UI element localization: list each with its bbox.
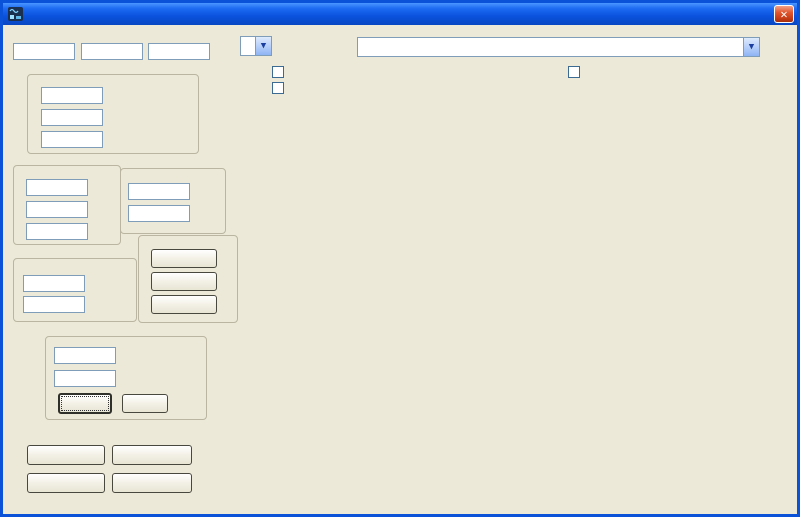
command-checkbox[interactable] [272, 66, 284, 78]
output-checkbox[interactable] [568, 66, 580, 78]
enable-button[interactable] [151, 295, 217, 314]
titlebar[interactable]: ✕ [3, 3, 797, 25]
max-integrator-input[interactable] [41, 109, 103, 126]
disable-button[interactable] [151, 249, 217, 268]
time-input[interactable] [54, 347, 116, 364]
motion-a-input[interactable] [26, 201, 88, 218]
save-data-button[interactable] [112, 445, 192, 465]
step-button[interactable] [122, 394, 168, 413]
max-error-input[interactable] [41, 131, 103, 148]
channel-select[interactable]: ▼ [240, 36, 272, 56]
step-response-window: ✕ ▼ ▼ [0, 0, 800, 517]
position-checkbox[interactable] [272, 82, 284, 94]
chevron-down-icon[interactable]: ▼ [255, 37, 271, 55]
plot-select[interactable]: ▼ [357, 37, 760, 57]
client-area: ▼ ▼ [3, 25, 797, 514]
max-limits-group [27, 74, 199, 154]
servo-group [138, 235, 238, 323]
feed-forward-group [120, 168, 226, 234]
motion-v-input[interactable] [26, 179, 88, 196]
move-button[interactable] [58, 393, 112, 414]
p-input[interactable] [13, 43, 75, 60]
app-icon [8, 6, 24, 22]
i-input[interactable] [81, 43, 143, 60]
close-dialog-button[interactable] [27, 473, 105, 493]
gain-input[interactable] [23, 296, 85, 313]
motion-j-input[interactable] [26, 223, 88, 240]
close-icon: ✕ [780, 7, 787, 21]
step-response-chart [250, 100, 798, 490]
ff-a-input[interactable] [128, 205, 190, 222]
ff-v-input[interactable] [128, 183, 190, 200]
zero-button[interactable] [151, 272, 217, 291]
chevron-down-icon[interactable]: ▼ [743, 38, 759, 56]
d-input[interactable] [148, 43, 210, 60]
close-button[interactable]: ✕ [774, 5, 794, 23]
step-group [45, 336, 207, 420]
range-input[interactable] [23, 275, 85, 292]
max-output-input[interactable] [41, 87, 103, 104]
size-input[interactable] [54, 370, 116, 387]
motion-profile-group [13, 165, 121, 245]
load-data-button[interactable] [112, 473, 192, 493]
help-button[interactable] [27, 445, 105, 465]
dead-band-group [13, 258, 137, 322]
